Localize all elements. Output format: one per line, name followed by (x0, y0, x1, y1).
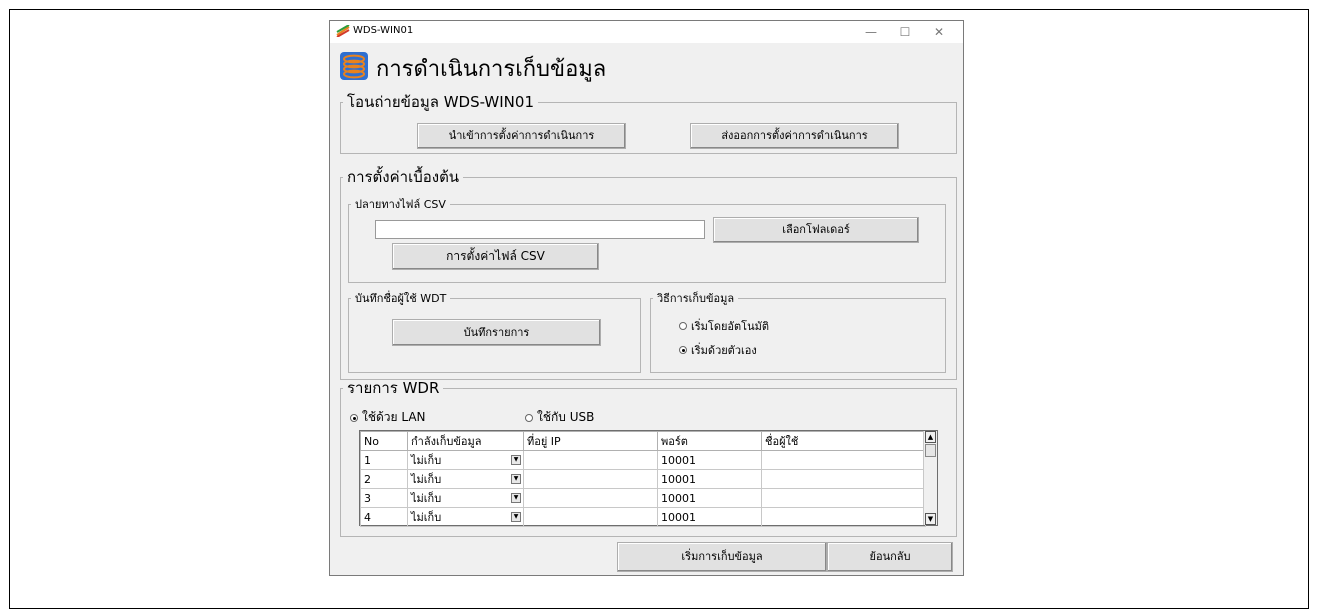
lan-radio-indicator[interactable] (350, 413, 358, 422)
csv-settings-button[interactable]: การตั้งค่าไฟล์ CSV (392, 243, 599, 270)
scroll-down-icon[interactable]: ▼ (925, 513, 936, 525)
start-collection-button[interactable]: เริ่มการเก็บข้อมูล (617, 542, 827, 572)
auto-start-radio-indicator[interactable] (679, 322, 687, 330)
port-cell[interactable]: 10001 (657, 507, 762, 527)
row-no: 2 (360, 469, 408, 489)
usb-radio-indicator[interactable] (525, 413, 533, 422)
column-header-collecting[interactable]: กำลังเก็บข้อมูล (407, 431, 524, 451)
user-cell[interactable] (761, 450, 926, 470)
title-bar: WDS-WIN01 — ☐ ✕ (330, 21, 963, 43)
ip-cell[interactable] (523, 450, 658, 470)
user-log-legend: บันทึกชื่อผู้ใช้ WDT (355, 292, 447, 305)
collecting-value: ไม่เก็บ (411, 492, 442, 505)
auto-start-radio[interactable]: เริ่มโดยอัตโนมัติ (679, 317, 769, 335)
manual-start-radio-indicator[interactable] (679, 346, 687, 354)
column-header-no[interactable]: No (360, 431, 408, 451)
collecting-value: ไม่เก็บ (411, 511, 442, 524)
usb-radio[interactable]: ใช้กับ USB (525, 408, 594, 427)
lan-radio[interactable]: ใช้ด้วย LAN (350, 408, 426, 427)
log-entries-button[interactable]: บันทึกรายการ (392, 319, 601, 346)
dropdown-arrow-icon[interactable]: ▼ (511, 474, 521, 484)
window-title: WDS-WIN01 (353, 25, 414, 36)
stacked-disks-icon (340, 52, 368, 80)
lan-label: ใช้ด้วย LAN (362, 410, 426, 424)
grid-vertical-scrollbar[interactable]: ▲ ▼ (923, 431, 937, 525)
table-row: 4 ไม่เก็บ ▼ 10001 (360, 507, 926, 527)
csv-path-input[interactable] (375, 220, 705, 239)
collecting-dropdown[interactable]: ไม่เก็บ ▼ (407, 469, 524, 489)
back-button[interactable]: ย้อนกลับ (827, 542, 953, 572)
collection-method-legend: วิธีการเก็บข้อมูล (657, 292, 735, 305)
page-title: การดำเนินการเก็บข้อมูล (376, 57, 607, 82)
wdr-table: No กำลังเก็บข้อมูล ที่อยู่ IP พอร์ต ชื่อ… (360, 431, 926, 527)
maximize-button[interactable]: ☐ (890, 23, 920, 41)
select-folder-button[interactable]: เลือกโฟลเดอร์ (713, 217, 919, 243)
column-header-port[interactable]: พอร์ต (657, 431, 762, 451)
row-no: 1 (360, 450, 408, 470)
dropdown-arrow-icon[interactable]: ▼ (511, 512, 521, 522)
table-row: 1 ไม่เก็บ ▼ 10001 (360, 450, 926, 470)
user-cell[interactable] (761, 507, 926, 527)
collecting-value: ไม่เก็บ (411, 473, 442, 486)
minimize-button[interactable]: — (856, 23, 886, 41)
wdr-list-legend: รายการ WDR (347, 379, 440, 397)
user-cell[interactable] (761, 488, 926, 508)
usb-label: ใช้กับ USB (537, 410, 595, 424)
ip-cell[interactable] (523, 507, 658, 527)
column-header-ip[interactable]: ที่อยู่ IP (523, 431, 658, 451)
table-header-row: No กำลังเก็บข้อมูล ที่อยู่ IP พอร์ต ชื่อ… (360, 431, 926, 451)
column-header-user[interactable]: ชื่อผู้ใช้ (761, 431, 926, 451)
collecting-value: ไม่เก็บ (411, 454, 442, 467)
export-settings-button[interactable]: ส่งออกการตั้งค่าการดำเนินการ (690, 123, 899, 149)
scroll-up-icon[interactable]: ▲ (925, 431, 936, 443)
wdr-grid: No กำลังเก็บข้อมูล ที่อยู่ IP พอร์ต ชื่อ… (359, 430, 938, 527)
csv-destination-legend: ปลายทางไฟล์ CSV (355, 198, 446, 211)
row-no: 3 (360, 488, 408, 508)
initial-settings-legend: การตั้งค่าเบื้องต้น (347, 168, 460, 186)
main-window: WDS-WIN01 — ☐ ✕ การดำเนินการเก็บข้อมูล โ… (329, 20, 964, 576)
scroll-thumb[interactable] (925, 444, 936, 457)
collecting-dropdown[interactable]: ไม่เก็บ ▼ (407, 507, 524, 527)
dropdown-arrow-icon[interactable]: ▼ (511, 493, 521, 503)
table-row: 2 ไม่เก็บ ▼ 10001 (360, 469, 926, 489)
row-no: 4 (360, 507, 408, 527)
ip-cell[interactable] (523, 488, 658, 508)
port-cell[interactable]: 10001 (657, 488, 762, 508)
collecting-dropdown[interactable]: ไม่เก็บ ▼ (407, 450, 524, 470)
ip-cell[interactable] (523, 469, 658, 489)
manual-start-radio[interactable]: เริ่มด้วยตัวเอง (679, 341, 757, 359)
import-settings-button[interactable]: นำเข้าการตั้งค่าการดำเนินการ (417, 123, 626, 149)
collecting-dropdown[interactable]: ไม่เก็บ ▼ (407, 488, 524, 508)
manual-start-label: เริ่มด้วยตัวเอง (691, 344, 757, 357)
user-cell[interactable] (761, 469, 926, 489)
close-button[interactable]: ✕ (924, 23, 954, 41)
table-row: 3 ไม่เก็บ ▼ 10001 (360, 488, 926, 508)
port-cell[interactable]: 10001 (657, 469, 762, 489)
dropdown-arrow-icon[interactable]: ▼ (511, 455, 521, 465)
auto-start-label: เริ่มโดยอัตโนมัติ (691, 320, 769, 333)
port-cell[interactable]: 10001 (657, 450, 762, 470)
transfer-group-legend: โอนถ่ายข้อมูล WDS-WIN01 (347, 93, 534, 111)
app-small-icon (336, 25, 350, 37)
